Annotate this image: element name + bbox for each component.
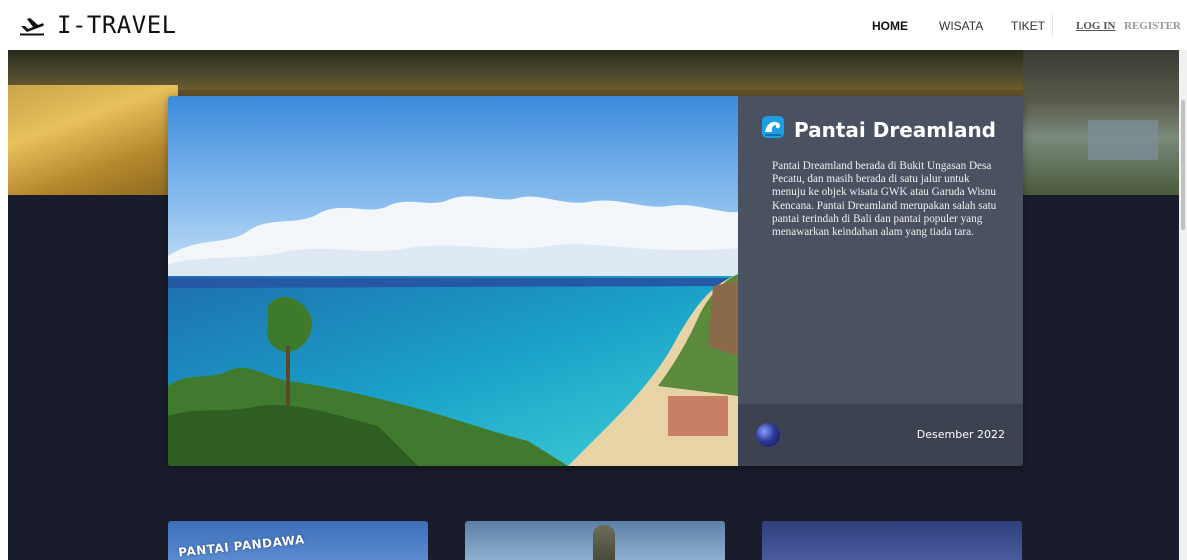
destination-info-panel: Pantai Dreamland Pantai Dreamland berada…: [738, 96, 1023, 466]
featured-destination-card[interactable]: Pantai Dreamland Pantai Dreamland berada…: [168, 96, 1023, 466]
thumbnail-label: PANTAI PANDAWA: [177, 532, 306, 560]
login-link[interactable]: LOG IN: [1076, 20, 1115, 32]
post-date: Desember 2022: [916, 428, 1005, 441]
destination-thumbnail-2[interactable]: [465, 521, 725, 560]
destination-title: Pantai Dreamland: [762, 116, 996, 143]
card-footer: Desember 2022: [738, 404, 1023, 466]
destination-thumbnail-3[interactable]: [762, 521, 1022, 560]
destination-thumbnail-1[interactable]: PANTAI PANDAWA: [168, 521, 428, 560]
author-avatar[interactable]: [756, 423, 780, 447]
brand-logo[interactable]: I-TRAVEL: [19, 11, 177, 39]
hero-field: [8, 85, 178, 195]
hero-water: [1088, 120, 1158, 160]
nav-tiket[interactable]: TIKET: [1011, 19, 1045, 33]
wave-icon: [762, 116, 784, 143]
beach-image: [168, 96, 738, 466]
plane-departure-icon: [19, 14, 45, 36]
destination-description: Pantai Dreamland berada di Bukit Ungasan…: [772, 160, 997, 239]
statue-image: [593, 525, 615, 560]
nav-wisata[interactable]: WISATA: [939, 19, 983, 33]
nav-home[interactable]: HOME: [872, 19, 908, 33]
destination-title-text: Pantai Dreamland: [794, 117, 997, 142]
hero-trees: [8, 50, 1179, 90]
register-link[interactable]: REGISTER: [1124, 20, 1181, 32]
brand-name: I-TRAVEL: [57, 11, 177, 39]
site-header: I-TRAVEL HOME WISATA TIKET LOG IN REGIST…: [0, 0, 1187, 50]
nav-divider: [1052, 13, 1053, 37]
scrollbar-thumb[interactable]: [1181, 100, 1185, 230]
